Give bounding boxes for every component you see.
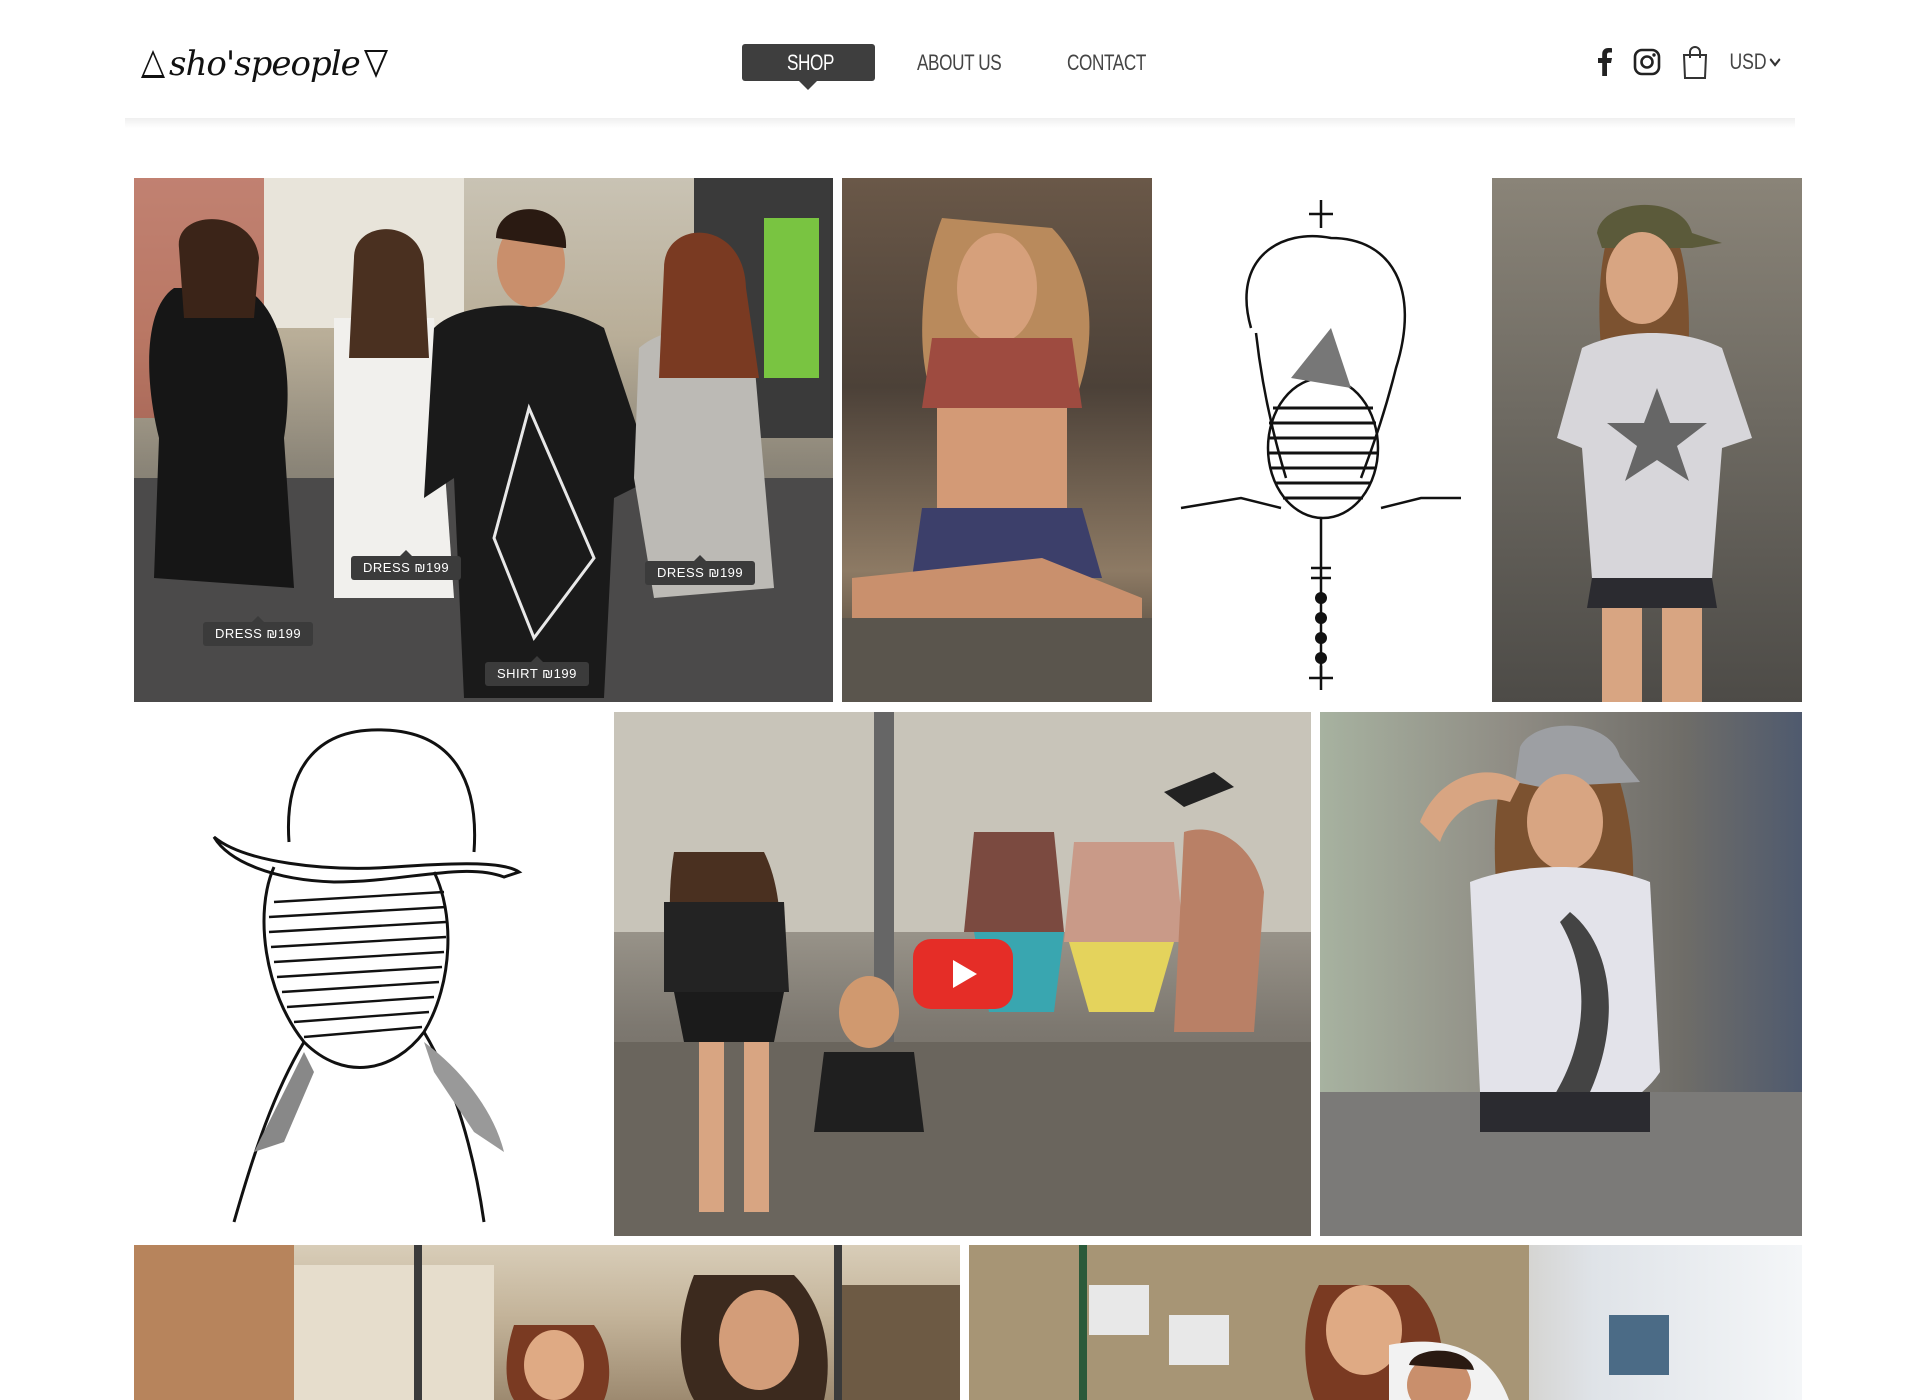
nav-shop-label: SHOP <box>787 50 835 75</box>
logo-triangle-down-icon <box>363 50 388 78</box>
logo-triangle-up-icon <box>141 50 165 78</box>
instagram-icon[interactable] <box>1633 48 1661 76</box>
laughing-couple-illustration <box>969 1245 1669 1400</box>
currency-selector[interactable]: USD <box>1729 49 1781 75</box>
header-tools: USD <box>1597 42 1787 82</box>
gallery-tile-street-duo[interactable] <box>134 1245 960 1400</box>
price-tag-dress[interactable]: DRESS ₪199 <box>645 555 756 585</box>
gallery-tile-bowler-sketch[interactable] <box>134 712 604 1236</box>
gallery-tile-group-street[interactable]: DRESS ₪199 DRESS ₪199 SHIRT ₪199 DRESS ₪… <box>134 178 833 702</box>
star-tee-illustration <box>1557 204 1752 702</box>
chevron-down-icon <box>1769 58 1781 67</box>
price-tag-dress[interactable]: DRESS ₪199 <box>203 616 314 646</box>
currency-label: USD <box>1728 49 1767 74</box>
crop-top-illustration <box>842 218 1152 702</box>
site-header: sho'speople SHOP ABOUT US CONTACT USD <box>125 0 1795 120</box>
youtube-play-icon[interactable] <box>912 939 1013 1009</box>
gallery-tile-video[interactable] <box>614 712 1311 1236</box>
nav-about-us[interactable]: ABOUT US <box>917 50 1002 76</box>
gallery-tile-laughing-couple[interactable] <box>969 1245 1802 1400</box>
gallery-tile-hair-sketch[interactable] <box>1161 178 1483 702</box>
gallery-tile-grey-cap[interactable] <box>1320 712 1802 1236</box>
facebook-icon[interactable] <box>1597 48 1613 76</box>
bowler-hat-illustration <box>212 728 523 1223</box>
nav-shop[interactable]: SHOP <box>742 44 875 90</box>
header-divider <box>125 118 1795 128</box>
gallery-tile-star-tee[interactable] <box>1492 178 1802 702</box>
grey-cap-illustration <box>1320 725 1802 1236</box>
price-tag-dress[interactable]: DRESS ₪199 <box>351 550 462 580</box>
shopping-bag-icon[interactable] <box>1681 44 1709 80</box>
gallery-tile-crop-top[interactable] <box>842 178 1152 702</box>
price-tag-shirt[interactable]: SHIRT ₪199 <box>485 656 589 686</box>
logo-text: sho'speople <box>169 44 361 84</box>
hair-sketch-illustration <box>1180 200 1461 690</box>
nav-contact[interactable]: CONTACT <box>1067 50 1146 76</box>
street-duo-illustration <box>134 1245 960 1400</box>
brand-logo[interactable]: sho'speople <box>141 34 388 94</box>
